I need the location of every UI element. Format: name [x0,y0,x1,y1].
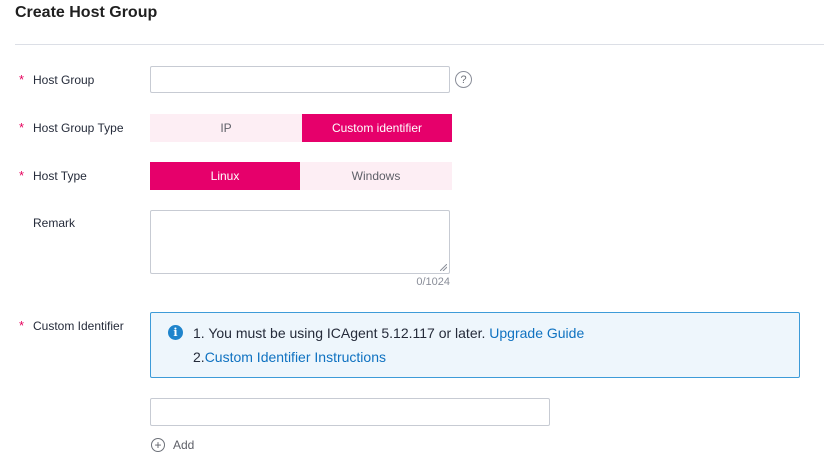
custom-identifier-label-row: * Custom Identifier [19,318,124,333]
plus-circle-icon: + [151,438,165,452]
upgrade-guide-link[interactable]: Upgrade Guide [489,325,584,341]
required-marker: * [19,318,25,333]
host-group-input[interactable] [150,66,450,93]
add-label: Add [173,438,195,452]
help-icon[interactable]: ? [455,71,472,88]
host-group-type-option-ip[interactable]: IP [150,114,302,142]
info-line-1: 1. You must be using ICAgent 5.12.117 or… [193,325,584,341]
custom-identifier-instructions-link[interactable]: Custom Identifier Instructions [205,349,386,365]
host-group-type-option-custom-identifier[interactable]: Custom identifier [302,114,452,142]
host-group-label-row: * Host Group [19,72,94,87]
host-type-label-row: * Host Type [19,168,87,183]
remark-char-counter: 0/1024 [416,276,450,288]
remark-label: Remark [33,216,76,230]
info-line-2: 2.Custom Identifier Instructions [193,349,386,365]
info-line-2-prefix: 2. [193,349,205,365]
host-group-label: Host Group [33,72,95,87]
resize-handle-icon[interactable] [440,264,447,271]
custom-identifier-info-box: i 1. You must be using ICAgent 5.12.117 … [150,312,800,378]
host-group-type-label: Host Group Type [33,120,124,135]
title-divider [15,44,824,45]
host-group-type-label-row: * Host Group Type [19,120,124,135]
info-line-1-text: 1. You must be using ICAgent 5.12.117 or… [193,325,486,341]
custom-identifier-label: Custom Identifier [33,318,124,333]
remark-label-row: Remark [33,216,75,230]
required-marker: * [19,168,25,183]
host-type-option-linux[interactable]: Linux [150,162,300,190]
required-marker: * [19,72,25,87]
info-icon: i [168,325,183,340]
required-marker: * [19,120,25,135]
add-button[interactable]: + Add [151,438,194,452]
remark-textarea[interactable] [150,210,450,274]
custom-identifier-input[interactable] [150,398,550,426]
host-type-label: Host Type [33,168,87,183]
host-type-option-windows[interactable]: Windows [300,162,452,190]
page-title: Create Host Group [15,4,158,21]
